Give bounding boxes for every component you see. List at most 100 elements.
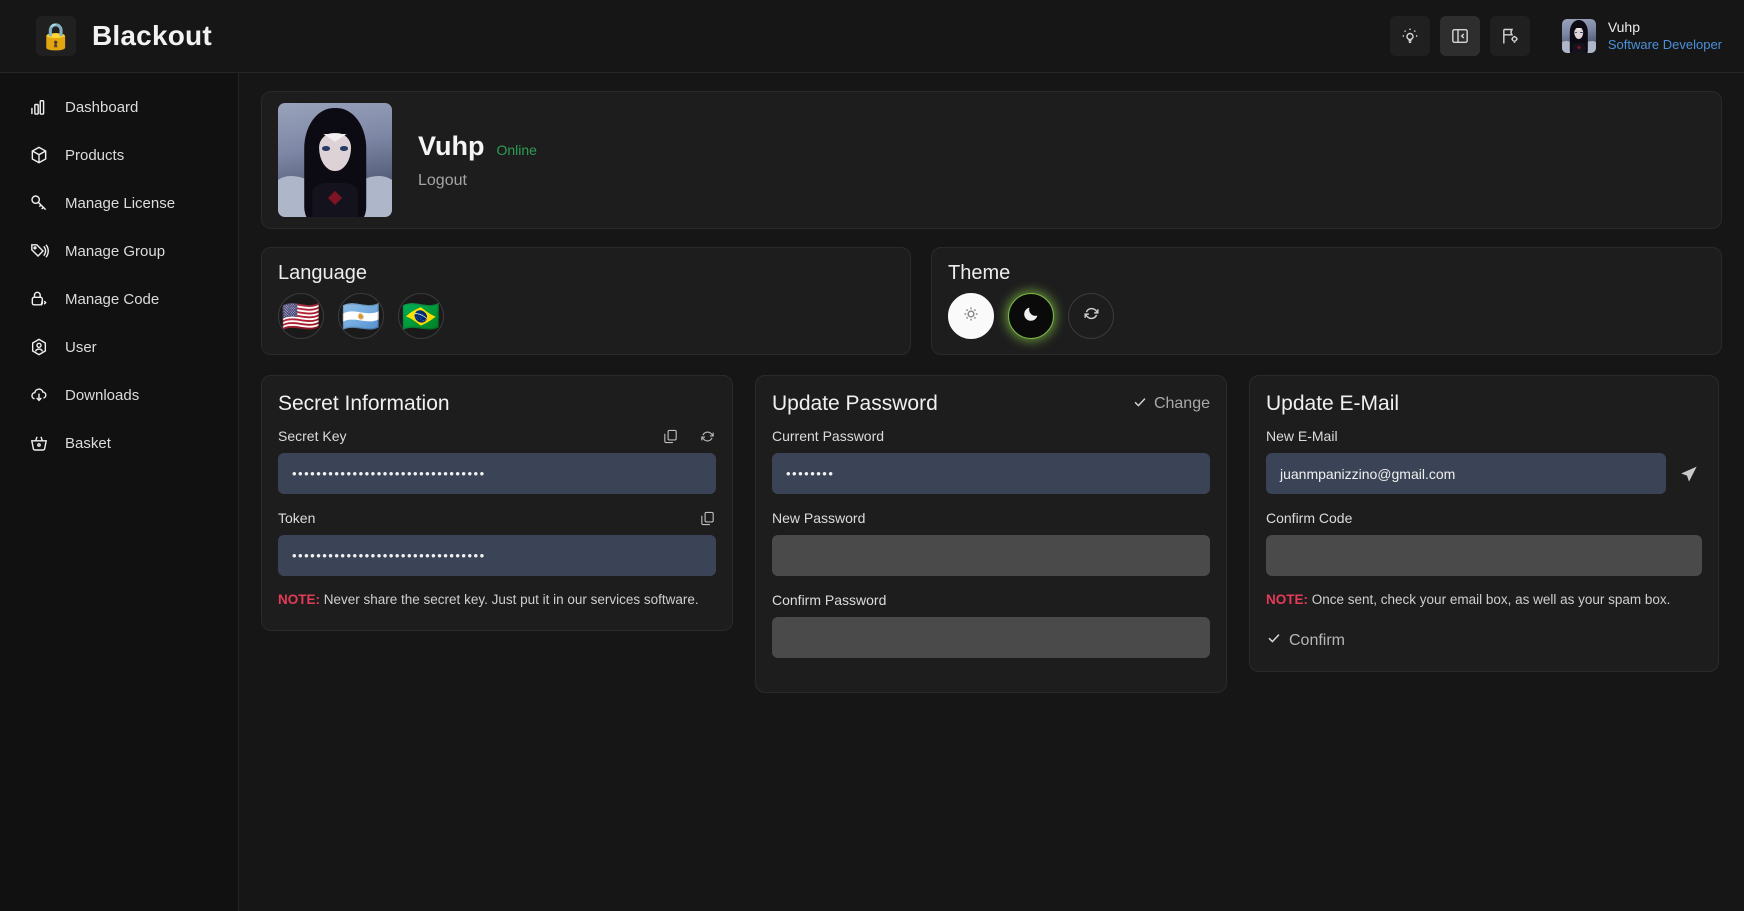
email-note-text: Once sent, check your email box, as well… (1308, 592, 1671, 607)
moon-icon (1022, 304, 1041, 328)
bar-chart-icon (28, 97, 49, 118)
sidebar-nav: Dashboard Products Manage License Manage… (0, 73, 239, 911)
email-note-prefix: NOTE: (1266, 592, 1308, 607)
padlock-icon: 🔒 (36, 16, 76, 56)
update-password-card: Update Password Change Current Password … (755, 375, 1227, 693)
send-plane-icon[interactable] (1676, 461, 1702, 487)
sidebar-item-label: Manage Group (65, 242, 166, 260)
sidebar-item-label: Dashboard (65, 98, 139, 116)
flag-settings-icon[interactable] (1489, 16, 1530, 56)
update-email-title: Update E-Mail (1266, 392, 1400, 415)
secret-key-input[interactable]: •••••••••••••••••••••••••••••••• (278, 453, 716, 494)
secret-information-title: Secret Information (278, 392, 450, 415)
sidebar-item-manage-code[interactable]: Manage Code (0, 275, 238, 323)
sidebar-item-label: User (65, 338, 97, 356)
regenerate-secret-key-icon[interactable] (699, 428, 716, 445)
copy-token-icon[interactable] (699, 510, 716, 527)
theme-title: Theme (948, 262, 1011, 284)
update-email-card: Update E-Mail New E-Mail juanmpanizzino@… (1249, 375, 1719, 673)
secret-information-card: Secret Information Secret Key ••••••••••… (261, 375, 733, 632)
preferences-row: Language 🇺🇸 🇦🇷 🇧🇷 Theme (261, 247, 1722, 355)
theme-reset-button[interactable] (1068, 293, 1114, 339)
sidebar-item-label: Downloads (65, 386, 140, 404)
profile-card: Vuhp Online Logout (261, 91, 1722, 229)
sidebar-item-manage-license[interactable]: Manage License (0, 179, 238, 227)
profile-name: Vuhp (418, 130, 485, 161)
confirm-code-input[interactable] (1266, 535, 1702, 576)
header-user-name: Vuhp (1607, 19, 1641, 36)
flag-us-button[interactable]: 🇺🇸 (278, 293, 324, 339)
theme-options (948, 293, 1705, 339)
flag-brazil-button[interactable]: 🇧🇷 (398, 293, 444, 339)
flag-argentina-button[interactable]: 🇦🇷 (338, 293, 384, 339)
change-password-button[interactable]: Change (1132, 394, 1210, 415)
confirm-password-input[interactable] (772, 617, 1210, 658)
key-icon (28, 193, 49, 214)
sidebar-item-label: Basket (65, 434, 111, 452)
new-email-input[interactable]: juanmpanizzino@gmail.com (1266, 453, 1666, 494)
settings-row: Secret Information Secret Key ••••••••••… (261, 375, 1722, 693)
confirm-password-label: Confirm Password (772, 592, 887, 608)
sidebar-item-dashboard[interactable]: Dashboard (0, 83, 238, 131)
language-options: 🇺🇸 🇦🇷 🇧🇷 (278, 293, 894, 339)
sidebar-item-label: Products (65, 146, 125, 164)
status-badge: Online (496, 141, 537, 158)
secret-key-label: Secret Key (278, 428, 347, 444)
check-icon (1266, 630, 1282, 651)
secret-note-prefix: NOTE: (278, 592, 320, 607)
email-note: NOTE: Once sent, check your email box, a… (1266, 590, 1702, 610)
theme-dark-button[interactable] (1008, 293, 1054, 339)
new-password-input[interactable] (772, 535, 1210, 576)
confirm-code-label: Confirm Code (1266, 510, 1353, 526)
copy-secret-key-icon[interactable] (662, 428, 679, 445)
sidebar-item-products[interactable]: Products (0, 131, 238, 179)
secret-note: NOTE: Never share the secret key. Just p… (278, 590, 716, 610)
token-label: Token (278, 510, 316, 526)
avatar (1561, 19, 1596, 53)
flag-brazil-icon: 🇧🇷 (401, 298, 441, 334)
new-email-value: juanmpanizzino@gmail.com (1280, 465, 1456, 482)
header-user-chip[interactable]: Vuhp Software Developer (1561, 19, 1722, 53)
theme-card: Theme (931, 247, 1722, 355)
tags-icon (28, 241, 49, 262)
token-input[interactable]: •••••••••••••••••••••••••••••••• (278, 535, 716, 576)
check-icon (1132, 394, 1148, 415)
sidebar-item-user[interactable]: User (0, 323, 238, 371)
current-password-input[interactable]: •••••••• (772, 453, 1210, 494)
theme-light-button[interactable] (948, 293, 994, 339)
sun-gear-icon (961, 304, 981, 329)
lightbulb-icon[interactable] (1389, 16, 1430, 56)
cloud-download-icon (28, 385, 49, 406)
user-hexagon-icon (28, 337, 49, 358)
basket-icon (28, 433, 49, 454)
current-password-value: •••••••• (786, 466, 835, 481)
token-value: •••••••••••••••••••••••••••••••• (292, 548, 486, 563)
profile-avatar (278, 103, 392, 217)
sidebar-item-manage-group[interactable]: Manage Group (0, 227, 238, 275)
secret-note-text: Never share the secret key. Just put it … (320, 592, 699, 607)
box-icon (28, 145, 49, 166)
sidebar-item-label: Manage Code (65, 290, 160, 308)
secret-key-value: •••••••••••••••••••••••••••••••• (292, 466, 486, 481)
current-password-label: Current Password (772, 428, 885, 444)
sidebar-item-label: Manage License (65, 194, 176, 212)
header-actions: Vuhp Software Developer (1389, 16, 1722, 56)
brand[interactable]: 🔒 Blackout (36, 16, 212, 56)
new-password-label: New Password (772, 510, 866, 526)
language-title: Language (278, 262, 367, 284)
main-content: Vuhp Online Logout Language 🇺🇸 🇦🇷 🇧🇷 The… (239, 73, 1744, 911)
update-password-title: Update Password (772, 392, 938, 415)
sidebar-item-basket[interactable]: Basket (0, 419, 238, 467)
confirm-email-label: Confirm (1289, 631, 1346, 649)
header-user-role: Software Developer (1607, 36, 1722, 52)
change-password-label: Change (1153, 395, 1210, 412)
top-header-bar: 🔒 Blackout Vuhp Software Developer (0, 0, 1744, 73)
language-card: Language 🇺🇸 🇦🇷 🇧🇷 (261, 247, 911, 355)
sidebar-toggle-icon[interactable] (1439, 16, 1480, 56)
refresh-icon (1082, 304, 1101, 328)
confirm-email-button[interactable]: Confirm (1266, 630, 1702, 651)
new-email-label: New E-Mail (1266, 428, 1338, 444)
logout-button[interactable]: Logout (418, 172, 537, 190)
app-title: Blackout (92, 20, 212, 51)
sidebar-item-downloads[interactable]: Downloads (0, 371, 238, 419)
